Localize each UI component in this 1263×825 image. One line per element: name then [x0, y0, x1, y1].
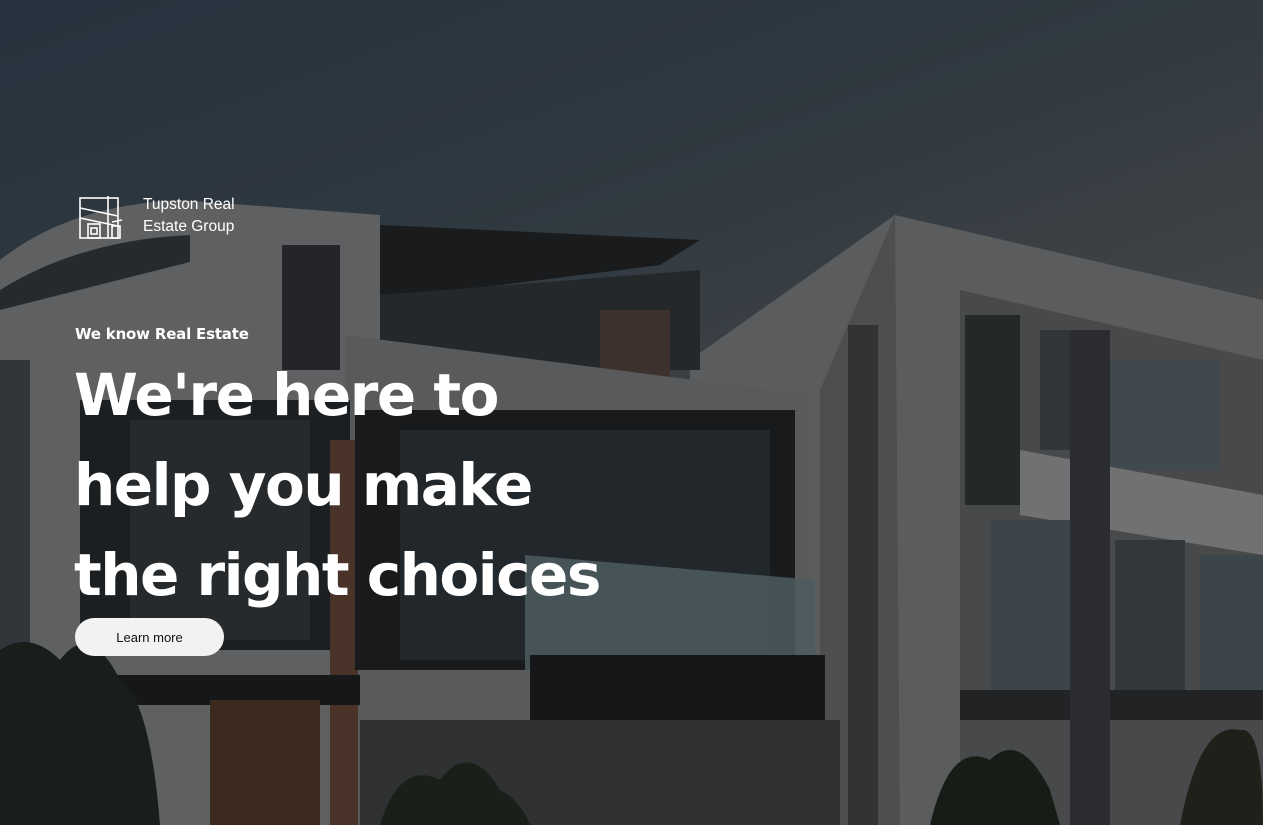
brand[interactable]: Tupston Real Estate Group	[78, 194, 253, 240]
hero-section: Tupston Real Estate Group We know Real E…	[0, 0, 1263, 825]
learn-more-button[interactable]: Learn more	[75, 618, 224, 656]
hero-eyebrow: We know Real Estate	[75, 325, 249, 343]
hero-headline: We're here to help you make the right ch…	[74, 361, 601, 609]
brand-name: Tupston Real Estate Group	[143, 196, 235, 235]
building-outline-icon	[79, 196, 123, 239]
